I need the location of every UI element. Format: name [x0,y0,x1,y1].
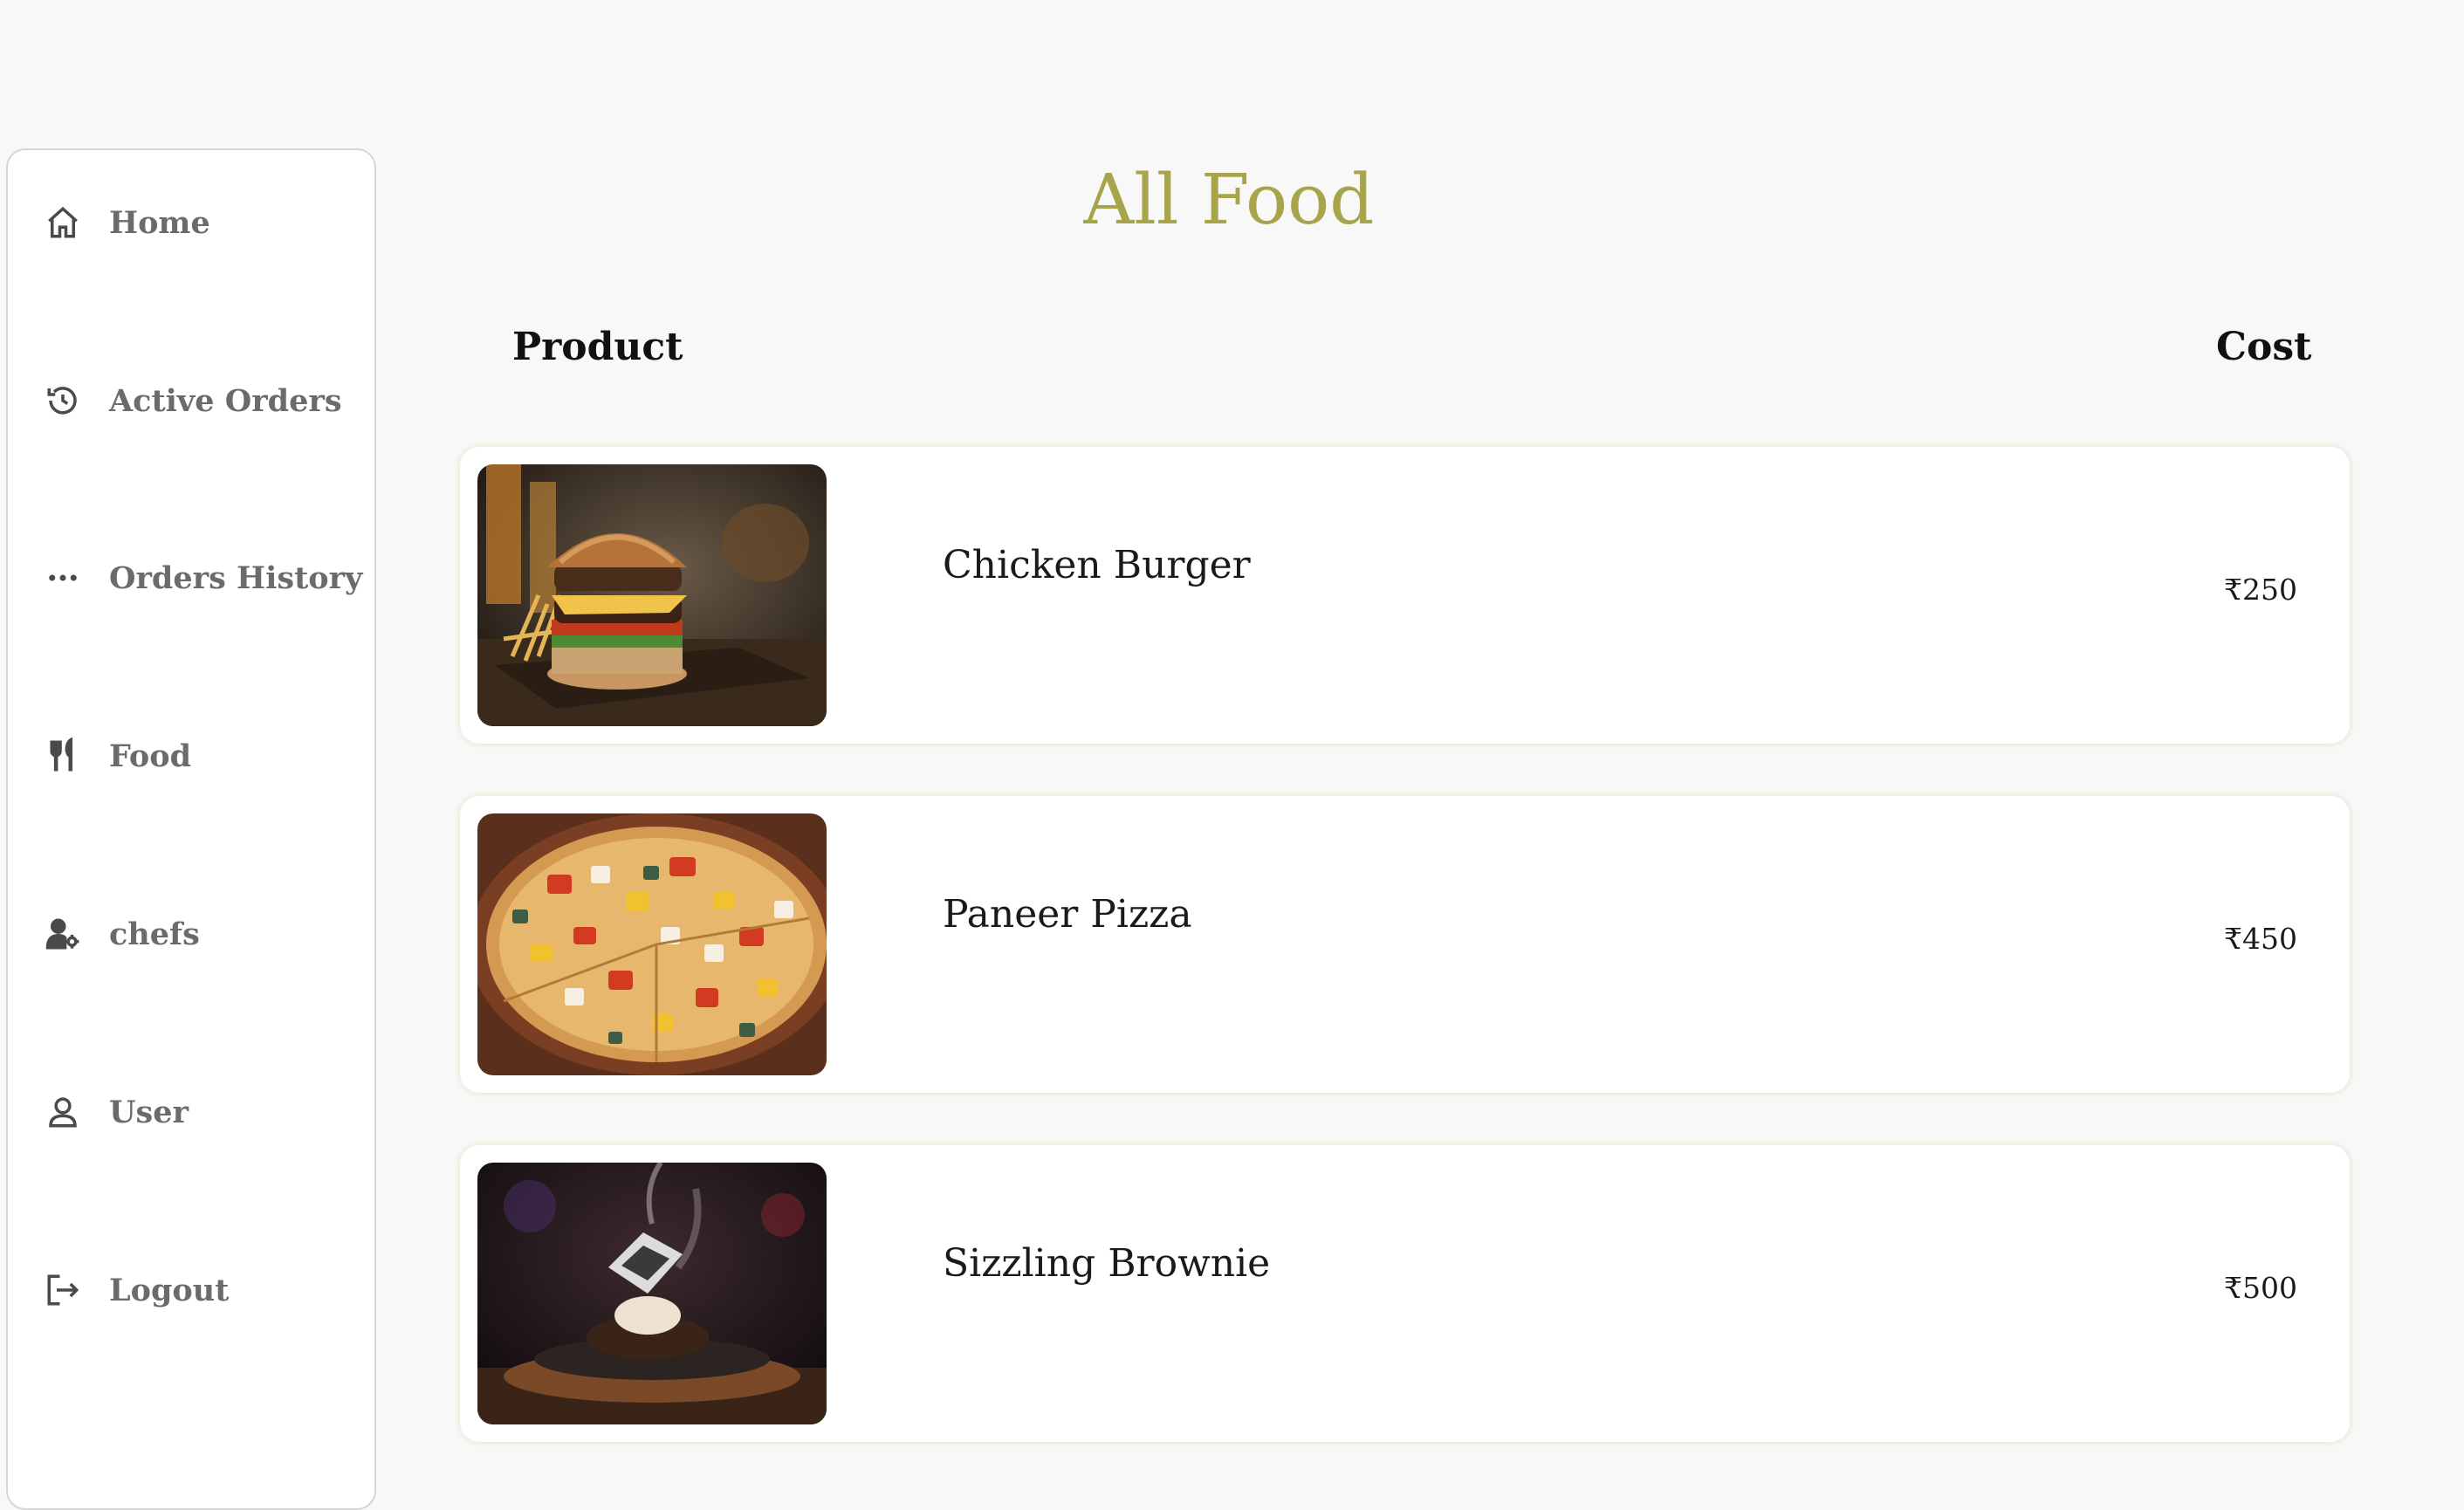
pizza-photo [477,813,827,1075]
sidebar-item-food[interactable]: Food [45,730,191,782]
home-icon [45,202,99,244]
sidebar-item-label: Orders History [109,559,363,596]
sidebar-item-active-orders[interactable]: Active Orders [45,374,342,427]
food-name: Paneer Pizza [943,892,1192,937]
sidebar-item-home[interactable]: Home [45,196,210,249]
sidebar-item-label: Home [109,204,210,241]
sidebar-item-label: Logout [109,1272,230,1308]
column-header-cost: Cost [2216,325,2312,369]
more-dots-icon [45,557,99,599]
brownie-photo [477,1163,827,1424]
sidebar-item-label: User [109,1094,189,1130]
sidebar-item-logout[interactable]: Logout [45,1264,229,1316]
logout-icon [45,1269,99,1311]
sidebar-item-label: chefs [109,916,200,952]
page-title: All Food [1083,159,1375,240]
sidebar: Home Active Orders Orders History Food c… [6,148,376,1510]
food-price: ₹250 [2224,573,2297,607]
food-row[interactable]: Paneer Pizza ₹450 [460,796,2350,1093]
utensils-icon [45,735,99,777]
history-icon [45,380,99,422]
sidebar-item-user[interactable]: User [45,1086,189,1138]
sidebar-item-chefs[interactable]: chefs [45,908,200,960]
food-price: ₹450 [2224,922,2297,956]
food-price: ₹500 [2224,1271,2297,1305]
user-gear-icon [45,913,99,955]
food-row[interactable]: Chicken Burger ₹250 [460,447,2350,744]
food-name: Sizzling Brownie [943,1241,1271,1286]
user-icon [45,1091,99,1133]
sidebar-item-orders-history[interactable]: Orders History [45,552,362,604]
sidebar-item-label: Food [109,738,192,774]
food-name: Chicken Burger [943,543,1251,587]
food-row[interactable]: Sizzling Brownie ₹500 [460,1145,2350,1442]
column-header-product: Product [512,325,683,369]
sidebar-item-label: Active Orders [109,382,342,419]
burger-photo [477,464,827,726]
